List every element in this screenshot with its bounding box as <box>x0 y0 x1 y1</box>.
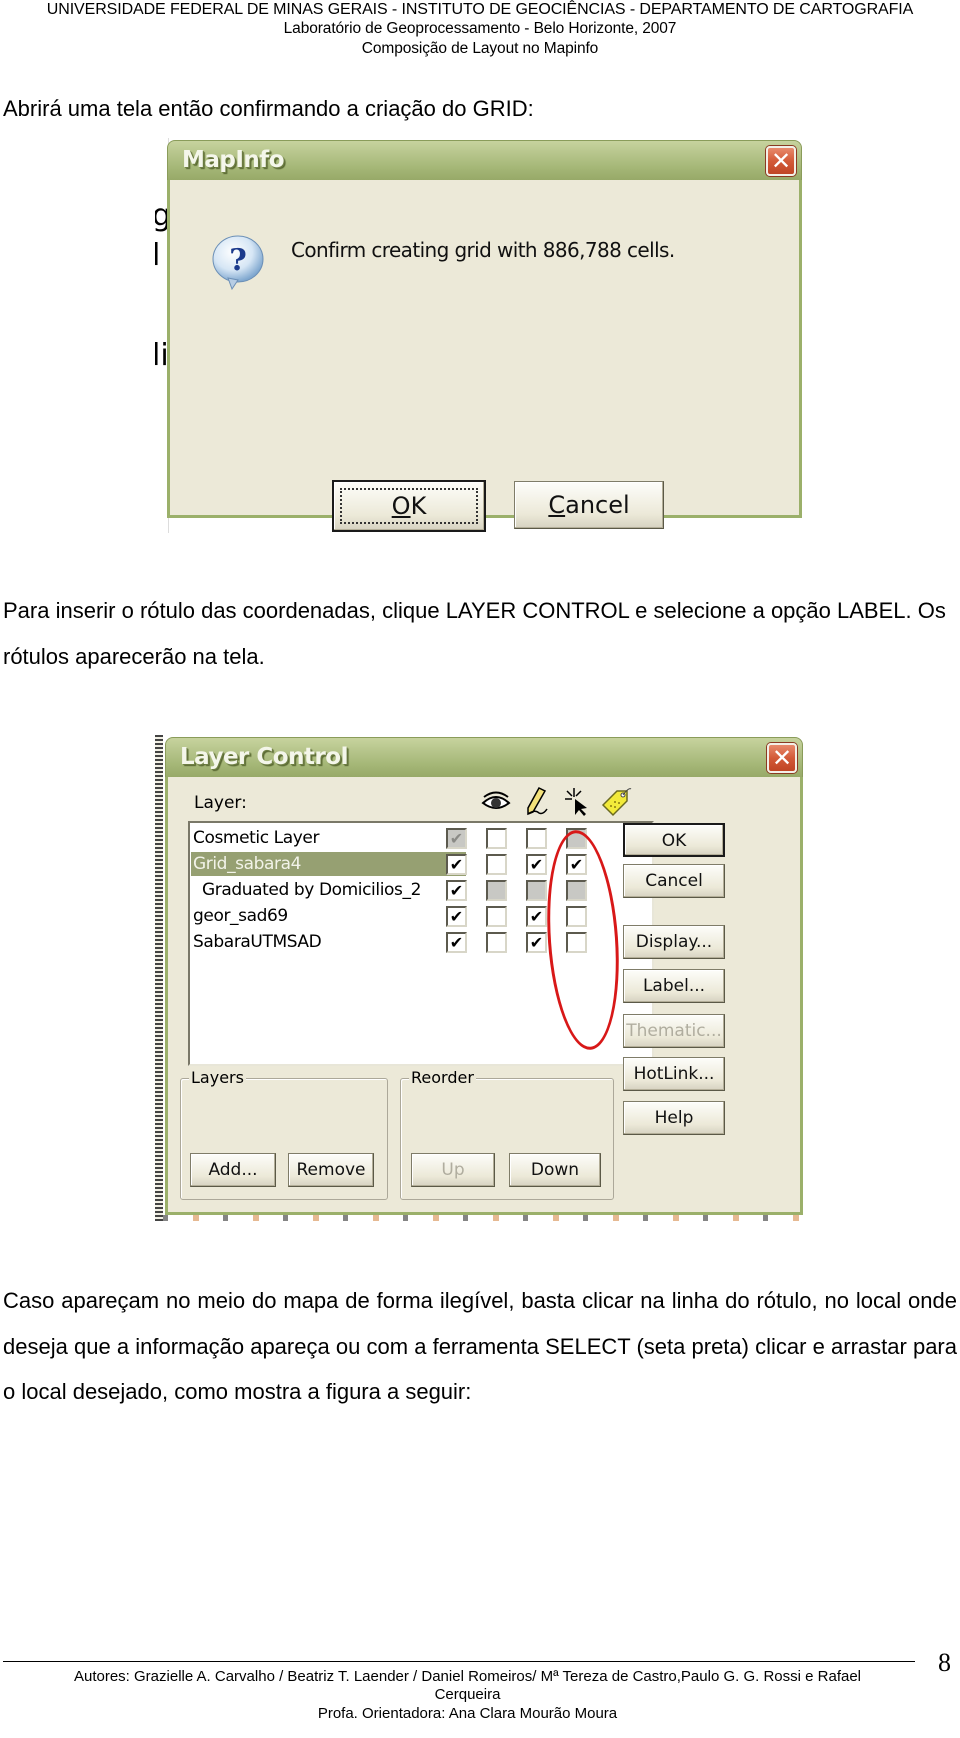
dialog-titlebar[interactable]: Layer Control ✕ <box>165 737 803 777</box>
hotlink-button[interactable]: HotLink... <box>623 1057 725 1091</box>
footer-authors-continued: Cerqueira <box>434 1686 501 1703</box>
autolabel-tag-icon <box>599 785 633 819</box>
layer-column-icons <box>476 785 656 819</box>
header-lab: Laboratório de Geoprocessamento - Belo H… <box>283 20 677 37</box>
visible-checkbox[interactable]: ✔ <box>446 854 467 875</box>
editable-pencil-icon <box>519 785 553 819</box>
editable-checkbox[interactable] <box>486 906 507 927</box>
ok-button[interactable]: OK <box>332 480 486 532</box>
layers-group-label: Layers <box>189 1068 246 1087</box>
help-button[interactable]: Help <box>623 1101 725 1135</box>
reorder-group-label: Reorder <box>409 1068 476 1087</box>
paragraph-label-positioning: Caso apareçam no meio do mapa de forma i… <box>3 1288 957 1404</box>
display-button[interactable]: Display... <box>623 925 725 959</box>
confirm-message: Confirm creating grid with 886,788 cells… <box>291 238 675 262</box>
editable-checkbox[interactable] <box>486 880 507 901</box>
selectable-checkbox[interactable]: ✔ <box>526 932 547 953</box>
layer-name: geor_sad69 <box>193 906 288 926</box>
editable-checkbox[interactable] <box>486 932 507 953</box>
selection-marquee-edge <box>155 735 163 1221</box>
editable-checkbox[interactable] <box>486 828 507 849</box>
remove-layer-button[interactable]: Remove <box>288 1153 374 1187</box>
page-number: 8 <box>938 1648 951 1677</box>
cancel-mnemonic: C <box>548 491 566 519</box>
dialog-title: MapInfo <box>182 147 285 173</box>
move-down-button[interactable]: Down <box>509 1153 601 1187</box>
layer-list-label: Layer: <box>194 793 247 813</box>
selectable-checkbox[interactable] <box>526 828 547 849</box>
layer-control-dialog: Layer Control ✕ Layer: Cosmetic Layer ✔ Gr… <box>165 737 803 1215</box>
visible-checkbox[interactable]: ✔ <box>446 906 467 927</box>
close-icon[interactable]: ✕ <box>766 146 796 176</box>
visible-checkbox[interactable]: ✔ <box>446 880 467 901</box>
selectable-checkbox[interactable] <box>526 880 547 901</box>
svg-text:?: ? <box>229 243 247 278</box>
visible-eye-icon <box>479 785 513 819</box>
selectable-checkbox[interactable]: ✔ <box>526 906 547 927</box>
cancel-button[interactable]: Cancel <box>514 481 664 529</box>
paragraph-grid-confirm-intro: Abrirá uma tela então confirmando a cria… <box>3 96 534 121</box>
selectable-checkbox[interactable]: ✔ <box>526 854 547 875</box>
footer-advisor: Profa. Orientadora: Ana Clara Mourão Mou… <box>317 1705 618 1722</box>
question-icon: ? <box>212 235 264 290</box>
header-institution: UNIVERSIDADE FEDERAL DE MINAS GERAIS - I… <box>46 1 914 18</box>
add-layer-button[interactable]: Add... <box>190 1153 276 1187</box>
thematic-button[interactable]: Thematic... <box>623 1014 725 1048</box>
focus-ring <box>340 488 478 524</box>
layer-name: Grid_sabara4 <box>191 852 466 876</box>
close-icon[interactable]: ✕ <box>767 743 797 773</box>
editable-checkbox[interactable] <box>486 854 507 875</box>
visible-checkbox[interactable]: ✔ <box>446 932 467 953</box>
layer-control-screenshot: Layer Control ✕ Layer: Cosmetic Layer ✔ Gr… <box>155 735 805 1221</box>
cancel-button[interactable]: Cancel <box>623 864 725 898</box>
move-up-button[interactable]: Up <box>411 1153 495 1187</box>
paragraph-layer-control-instructions: Para inserir o rótulo das coordenadas, c… <box>3 598 946 669</box>
footer-rule <box>3 1661 915 1662</box>
ok-button[interactable]: OK <box>623 823 725 857</box>
footer-authors: Autores: Grazielle A. Carvalho / Beatriz… <box>73 1668 862 1685</box>
dialog-title: Layer Control <box>180 744 349 770</box>
header-title: Composição de Layout no Mapinfo <box>361 40 599 57</box>
dialog-titlebar[interactable]: MapInfo ✕ <box>167 140 802 180</box>
label-button[interactable]: Label... <box>623 969 725 1003</box>
layer-name: Graduated by Domicilios_2 <box>202 880 422 900</box>
layer-name: Cosmetic Layer <box>193 828 320 848</box>
mapinfo-confirm-dialog: MapInfo ✕ ? Confirm creating grid with 8… <box>167 140 802 532</box>
confirm-grid-screenshot: gi l li MapInfo ✕ ? Confirm creating gri… <box>155 138 805 533</box>
layer-name: SabaraUTMSAD <box>193 932 322 952</box>
background-text-fragment: l <box>155 238 161 273</box>
cancel-label-rest: ancel <box>565 491 630 519</box>
layer-list[interactable]: Cosmetic Layer ✔ Grid_sabara4 ✔ ✔ ✔ Graduated … <box>188 821 654 1066</box>
visible-checkbox[interactable]: ✔ <box>446 828 467 849</box>
background-map-edge <box>163 1215 803 1221</box>
selectable-cursor-icon <box>559 785 593 819</box>
